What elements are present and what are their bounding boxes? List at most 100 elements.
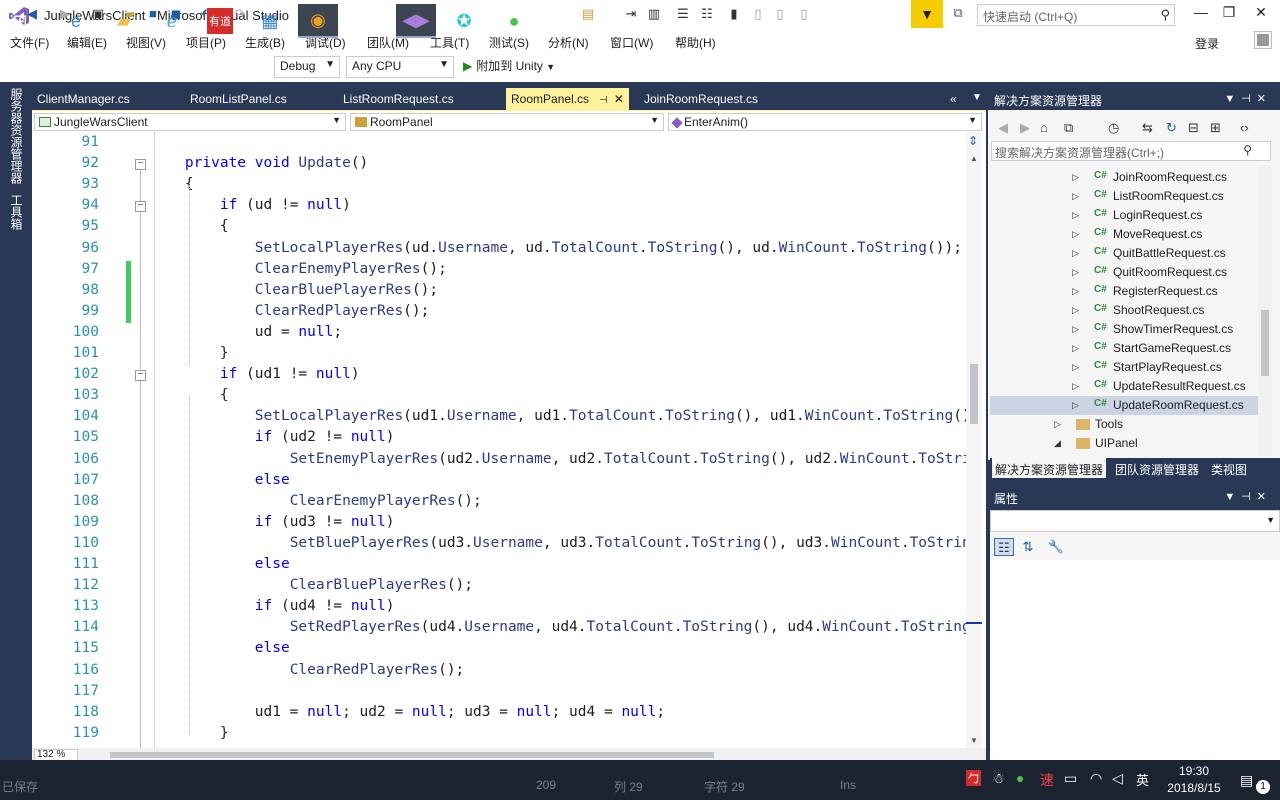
tree-item[interactable]: ▷ C# StartGameRequest.cs [990, 339, 1258, 358]
tray-qq-icon[interactable]: ☃ [992, 770, 1005, 787]
expand-arrow-icon[interactable]: ▷ [1072, 286, 1079, 297]
panel-controls[interactable]: ▼⊣✕ [1224, 92, 1272, 105]
pending-changes-icon[interactable]: ◷ [1108, 119, 1119, 137]
tree-item[interactable]: ▷ C# RegisterRequest.cs [990, 282, 1258, 301]
close-tab-icon[interactable]: ✕ [614, 92, 624, 106]
tab-client-manager[interactable]: ClientManager.cs [32, 88, 135, 110]
store-icon[interactable]: ▦ [250, 4, 290, 38]
youdao-icon[interactable]: 有道 [207, 8, 233, 34]
wifi-icon[interactable]: ◠ [1090, 770, 1102, 787]
tree-item[interactable]: ▷ C# UpdateRoomRequest.cs [990, 396, 1258, 415]
member-select[interactable]: EnterAnim() ▼ [668, 113, 982, 131]
tab-list-room-request[interactable]: ListRoomRequest.cs [338, 88, 459, 110]
clock[interactable]: 19:30 2018/8/15 [1158, 763, 1230, 797]
home-icon[interactable]: ⌂ [1040, 119, 1048, 137]
minimize-button[interactable]: — [1188, 4, 1214, 24]
unity-icon[interactable]: ◆ [348, 4, 388, 38]
tab-room-panel[interactable]: RoomPanel.cs ⊣ ✕ [506, 88, 629, 110]
refresh-icon[interactable]: ↻ [1166, 119, 1177, 137]
sync-icon[interactable]: ⇆ [1142, 119, 1153, 137]
expand-arrow-icon[interactable]: ▷ [1072, 362, 1079, 373]
pin-icon[interactable]: ⊣ [599, 95, 608, 106]
property-pages-icon[interactable]: 🔧 [1046, 538, 1066, 556]
expand-arrow-icon[interactable]: ▷ [1072, 267, 1079, 278]
tab-menu-icon[interactable]: ▼ [972, 92, 982, 103]
action-center-icon[interactable]: ▤ [1240, 772, 1253, 789]
file-explorer-icon[interactable]: ▰ [104, 4, 144, 38]
expand-arrow-icon[interactable]: ▷ [1072, 324, 1079, 335]
toolbox-tab[interactable]: 工具箱 [8, 194, 24, 230]
edge-browser-icon[interactable]: e [56, 4, 96, 38]
green-app-icon[interactable]: ● [494, 4, 534, 38]
battery-icon[interactable]: ▭ [1064, 770, 1077, 787]
game-app-icon[interactable]: ✪ [444, 4, 484, 38]
tree-item[interactable]: ▷ C# ShootRequest.cs [990, 301, 1258, 320]
hot-reload-icon[interactable]: ▤ [578, 5, 598, 23]
tab-room-list-panel[interactable]: RoomListPanel.cs [185, 88, 292, 110]
collapse-icon[interactable]: − [135, 201, 146, 212]
collapse-icon[interactable]: − [135, 370, 146, 381]
tree-item[interactable]: ▷ C# LoginRequest.cs [990, 206, 1258, 225]
show-all-files-icon[interactable]: ⊞ [1210, 119, 1221, 137]
collapse-all-icon[interactable]: ⊟ [1188, 119, 1199, 137]
tree-item[interactable]: ▷ C# UpdateResultRequest.cs [990, 377, 1258, 396]
categorized-icon[interactable]: ☷ [994, 538, 1014, 556]
tree-scrollbar[interactable] [1258, 166, 1272, 456]
volume-icon[interactable]: ◁ [1112, 770, 1123, 787]
maximize-button[interactable]: ❐ [1216, 4, 1242, 24]
feedback-icon[interactable]: ⧉ [948, 5, 968, 25]
expand-arrow-icon[interactable]: ▷ [1072, 248, 1079, 259]
type-select[interactable]: RoomPanel ▼ [350, 113, 664, 131]
close-button[interactable]: ✕ [1248, 4, 1274, 24]
collapse-icon[interactable]: − [135, 159, 146, 170]
tray-app-icon[interactable]: 勹 [966, 770, 981, 786]
menu-analyze[interactable]: 分析(N) [548, 34, 589, 51]
redo-icon[interactable]: ↷ [230, 5, 250, 23]
step-over-icon[interactable]: ⇥ [622, 5, 640, 23]
scrollbar-thumb[interactable] [1261, 310, 1269, 376]
scroll-down-icon[interactable]: ▼ [970, 736, 978, 745]
expand-arrow-icon[interactable]: ▷ [1072, 400, 1079, 411]
collapse-arrow-icon[interactable]: ◢ [1054, 438, 1061, 449]
scroll-up-icon[interactable]: ▲ [970, 154, 978, 163]
code-editor[interactable]: 91 92 private void Update() 93 {94 if (ud … [32, 132, 986, 748]
tab-solution-explorer[interactable]: 解决方案资源管理器 [992, 458, 1107, 478]
server-explorer-tab[interactable]: 服务器资源管理器 [8, 88, 24, 184]
menu-window[interactable]: 窗口(W) [610, 34, 653, 51]
start-icon[interactable]: ⊞ [0, 4, 40, 38]
toggle-comment-icon[interactable]: ▥ [645, 5, 663, 23]
view-code-icon[interactable]: ‹› [1240, 119, 1249, 137]
tab-team-explorer[interactable]: 团队资源管理器 [1112, 458, 1202, 478]
notification-filter-icon[interactable]: ▼ [911, 0, 943, 28]
alphabetical-icon[interactable]: ⇅ [1018, 538, 1038, 556]
tree-item[interactable]: ▷ C# JoinRoomRequest.cs [990, 168, 1258, 187]
solution-configuration-select[interactable]: Debug ▼ [274, 56, 340, 78]
back-icon[interactable]: ◀ [998, 119, 1008, 137]
forward-icon[interactable]: ▶ [1020, 119, 1030, 137]
avatar[interactable] [1254, 31, 1272, 49]
scrollbar-thumb[interactable] [110, 752, 714, 758]
comment-icon[interactable]: ☰ [674, 5, 692, 23]
tree-item[interactable]: ▷ C# ListRoomRequest.cs [990, 187, 1258, 206]
project-select[interactable]: JungleWarsClient ▼ [34, 113, 346, 131]
menu-project[interactable]: 项目(P) [186, 34, 226, 51]
tree-item[interactable]: ▷ C# StartPlayRequest.cs [990, 358, 1258, 377]
switch-views-icon[interactable]: ⧉ [1064, 119, 1073, 137]
menu-help[interactable]: 帮助(H) [675, 34, 716, 51]
solution-explorer-search[interactable]: 搜索解决方案资源管理器(Ctrl+;) ⚲ [991, 141, 1271, 161]
clear-bookmarks-icon[interactable]: ▯ [796, 5, 812, 23]
scroll-tabs-icon[interactable]: « [950, 92, 957, 106]
input-method-indicator[interactable]: 英 [1136, 770, 1149, 789]
expand-arrow-icon[interactable]: ▷ [1072, 191, 1079, 202]
internet-explorer-icon[interactable]: ℯ [152, 4, 192, 38]
expand-arrow-icon[interactable]: ▷ [1072, 343, 1079, 354]
tree-item[interactable]: ▷ Tools [990, 415, 1258, 434]
expand-arrow-icon[interactable]: ▷ [1072, 381, 1079, 392]
scrollbar-thumb[interactable] [970, 364, 978, 424]
expand-arrow-icon[interactable]: ▷ [1072, 229, 1079, 240]
sign-in-link[interactable]: 登录 [1195, 35, 1219, 52]
object-select[interactable]: ▼ [990, 510, 1280, 532]
editor-vertical-scrollbar[interactable]: ⇕ ▲ ▼ [966, 132, 982, 748]
tab-class-view[interactable]: 类视图 [1208, 458, 1250, 478]
tree-item[interactable]: ▷ C# MoveRequest.cs [990, 225, 1258, 244]
